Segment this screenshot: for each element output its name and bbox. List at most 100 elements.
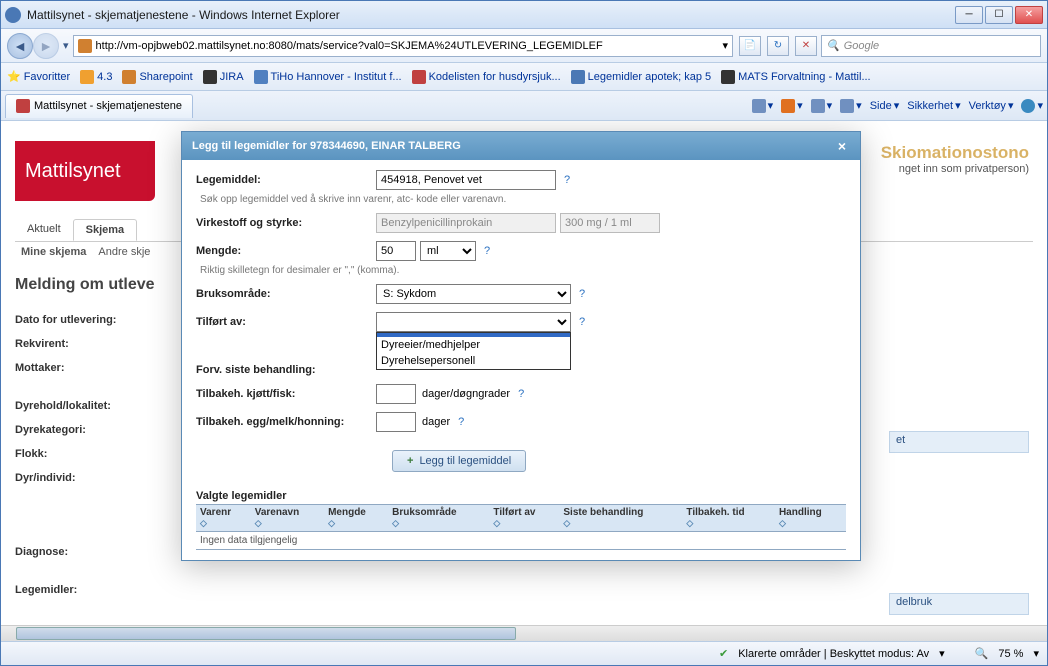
dialog-title: Legg til legemidler for 978344690, EINAR… xyxy=(192,140,461,152)
fav-item-rating[interactable]: 4.3 xyxy=(80,70,112,84)
subtab-mine-skjema[interactable]: Mine skjema xyxy=(21,246,86,258)
address-bar[interactable]: http://vm-opjbweb02.mattilsynet.no:8080/… xyxy=(73,35,733,57)
star-icon: ⭐ xyxy=(7,70,21,83)
help-icon[interactable]: ? xyxy=(564,174,570,186)
url-text: http://vm-opjbweb02.mattilsynet.no:8080/… xyxy=(96,40,723,52)
forward-button[interactable]: ► xyxy=(33,33,59,59)
ie-icon xyxy=(5,7,21,23)
sort-icon: ◇ xyxy=(200,518,207,528)
tools-menu[interactable]: Verktøy ▾ xyxy=(969,99,1014,112)
fav-item-tiho[interactable]: TiHo Hannover - Institut f... xyxy=(254,70,402,84)
favorites-button[interactable]: ⭐Favoritter xyxy=(7,70,70,83)
tab-skjema[interactable]: Skjema xyxy=(73,219,138,241)
bg-stub-2[interactable]: delbruk xyxy=(889,593,1029,615)
page-menu[interactable]: Side ▾ xyxy=(870,99,900,112)
fav-item-sharepoint[interactable]: Sharepoint xyxy=(122,70,192,84)
valgte-legemidler-table: Varenr◇ Varenavn◇ Mengde◇ Bruksområde◇ T… xyxy=(196,504,846,550)
label-tilfort: Tilført av: xyxy=(196,316,376,328)
label-dyrindivid: Dyr/individ: xyxy=(15,472,165,484)
back-button[interactable]: ◄ xyxy=(7,33,33,59)
status-bar: ✔ Klarerte områder | Beskyttet modus: Av… xyxy=(1,641,1047,665)
sort-icon: ◇ xyxy=(686,518,693,528)
bg-stub-1[interactable]: et xyxy=(889,431,1029,453)
tab-aktuelt[interactable]: Aktuelt xyxy=(15,219,73,241)
col-handling[interactable]: Handling◇ xyxy=(775,505,846,532)
help-icon[interactable]: ? xyxy=(579,288,585,300)
col-bruksomrade[interactable]: Bruksområde◇ xyxy=(388,505,489,532)
fav-item-kodelisten[interactable]: Kodelisten for husdyrsjuk... xyxy=(412,70,561,84)
stop-button[interactable]: ✕ xyxy=(795,36,817,56)
status-protected-icon[interactable]: ▾ xyxy=(939,647,945,660)
site-icon xyxy=(412,70,426,84)
tilbak-kjott-input[interactable] xyxy=(376,384,416,404)
label-mengde: Mengde: xyxy=(196,245,376,257)
home-button[interactable]: ▾ xyxy=(752,99,774,113)
minimize-button[interactable]: ─ xyxy=(955,6,983,24)
sort-icon: ◇ xyxy=(493,518,500,528)
dialog-close-icon[interactable]: × xyxy=(834,138,850,154)
site-icon xyxy=(122,70,136,84)
help-icon[interactable]: ? xyxy=(579,316,585,328)
tilfort-option-dyreeier[interactable]: Dyreeier/medhjelper xyxy=(377,337,570,353)
search-box[interactable]: 🔍 Google xyxy=(821,35,1041,57)
label-tilbak-egg: Tilbakeh. egg/melk/honning: xyxy=(196,416,376,428)
label-dyrekategori: Dyrekategori: xyxy=(15,424,165,436)
help-icon[interactable]: ? xyxy=(458,416,464,428)
history-dropdown-icon[interactable]: ▾ xyxy=(63,39,69,52)
zoom-dropdown-icon[interactable]: ▾ xyxy=(1033,647,1039,660)
tilbak-kjott-suffix: dager/døgngrader xyxy=(422,388,510,400)
addr-dropdown-icon[interactable]: ▾ xyxy=(722,39,728,52)
label-dato: Dato for utlevering: xyxy=(15,314,165,326)
page-tab[interactable]: Mattilsynet - skjematjenestene xyxy=(5,94,193,118)
print-button[interactable]: ▾ xyxy=(840,99,862,113)
help-icon[interactable]: ? xyxy=(518,388,524,400)
window-titlebar: Mattilsynet - skjematjenestene - Windows… xyxy=(1,1,1047,29)
label-tilbak-kjott: Tilbakeh. kjøtt/fisk: xyxy=(196,388,376,400)
tilfort-option-dyrehelse[interactable]: Dyrehelsepersonell xyxy=(377,353,570,369)
col-siste-behandling[interactable]: Siste behandling◇ xyxy=(559,505,682,532)
mengde-input[interactable] xyxy=(376,241,416,261)
label-rekvirent: Rekvirent: xyxy=(15,338,165,350)
tilbak-egg-input[interactable] xyxy=(376,412,416,432)
label-flokk: Flokk: xyxy=(15,448,165,460)
site-icon xyxy=(571,70,585,84)
subtab-andre[interactable]: Andre skje xyxy=(98,246,150,258)
tilfort-select[interactable] xyxy=(376,312,571,332)
virkestoff-input xyxy=(376,213,556,233)
col-varenavn[interactable]: Varenavn◇ xyxy=(251,505,324,532)
label-dyrehold: Dyrehold/lokalitet: xyxy=(15,400,165,412)
refresh-button[interactable]: ↻ xyxy=(767,36,789,56)
fav-item-jira[interactable]: JIRA xyxy=(203,70,244,84)
feeds-button[interactable]: ▾ xyxy=(781,99,803,113)
scrollbar-thumb[interactable] xyxy=(16,627,516,640)
mail-button[interactable]: ▾ xyxy=(811,99,833,113)
label-forv: Forv. siste behandling: xyxy=(196,364,376,376)
fav-item-legemidler[interactable]: Legemidler apotek; kap 5 xyxy=(571,70,712,84)
compat-button[interactable]: 📄 xyxy=(739,36,761,56)
status-security: Klarerte områder | Beskyttet modus: Av xyxy=(738,648,929,660)
search-placeholder: Google xyxy=(844,40,879,52)
maximize-button[interactable]: ☐ xyxy=(985,6,1013,24)
sort-icon: ◇ xyxy=(328,518,335,528)
close-button[interactable]: ✕ xyxy=(1015,6,1043,24)
add-legemiddel-button[interactable]: + Legg til legemiddel xyxy=(392,450,526,472)
favorites-bar: ⭐Favoritter 4.3 Sharepoint JIRA TiHo Han… xyxy=(1,63,1047,91)
col-tilfort[interactable]: Tilført av◇ xyxy=(489,505,559,532)
label-bruksomrade: Bruksområde: xyxy=(196,288,376,300)
col-tilbakeh-tid[interactable]: Tilbakeh. tid◇ xyxy=(682,505,775,532)
safety-menu[interactable]: Sikkerhet ▾ xyxy=(907,99,960,112)
hint-mengde: Riktig skilletegn for desimaler er "," (… xyxy=(196,265,846,276)
help-icon[interactable]: ? xyxy=(484,245,490,257)
fav-item-mats[interactable]: MATS Forvaltning - Mattil... xyxy=(721,70,870,84)
horizontal-scrollbar[interactable] xyxy=(1,625,1047,641)
help-button[interactable]: ▾ xyxy=(1021,99,1043,113)
legemiddel-input[interactable] xyxy=(376,170,556,190)
mengde-unit-select[interactable]: ml xyxy=(420,241,476,261)
col-varenr[interactable]: Varenr◇ xyxy=(196,505,251,532)
col-mengde[interactable]: Mengde◇ xyxy=(324,505,388,532)
label-legemidler: Legemidler: xyxy=(15,584,165,596)
star-icon xyxy=(80,70,94,84)
zoom-icon[interactable]: 🔍 xyxy=(975,647,989,660)
bruksomrade-select[interactable]: S: Sykdom xyxy=(376,284,571,304)
zoom-level: 75 % xyxy=(998,648,1023,660)
